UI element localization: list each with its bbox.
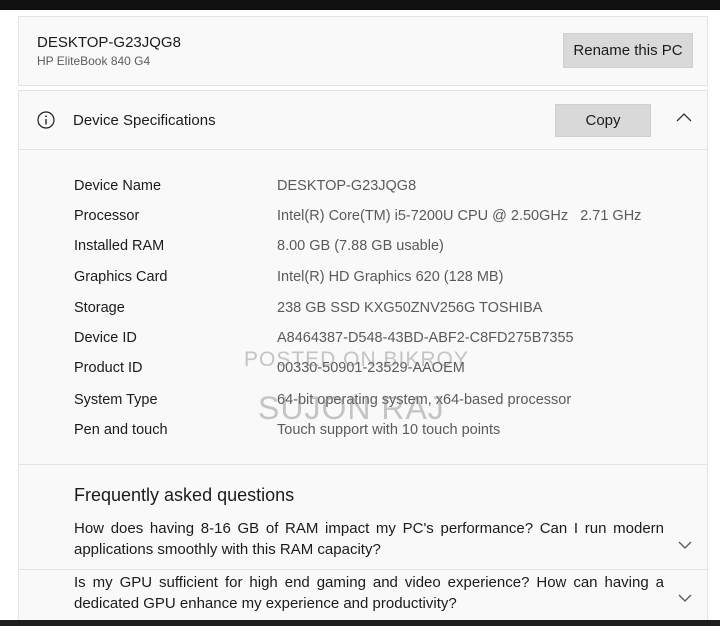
- faq-title: Frequently asked questions: [74, 485, 295, 505]
- device-model: HP EliteBook 840 G4: [37, 54, 151, 68]
- spec-row-storage: Storage 238 GB SSD KXG50ZNV256G TOSHIBA: [74, 300, 694, 320]
- top-edge-bar: [0, 0, 720, 10]
- spec-value: DESKTOP-G23JQG8: [277, 178, 417, 194]
- rename-pc-button[interactable]: Rename this PC: [563, 33, 693, 68]
- device-name-heading: DESKTOP-G23JQG8: [37, 34, 181, 51]
- device-specifications-header[interactable]: Device Specifications Copy: [18, 90, 708, 150]
- spec-label: Pen and touch: [74, 422, 168, 438]
- spec-value: 8.00 GB (7.88 GB usable): [277, 238, 444, 254]
- spec-row-device-name: Device Name DESKTOP-G23JQG8: [74, 178, 694, 198]
- info-icon: [37, 111, 55, 129]
- spec-label: Graphics Card: [74, 269, 168, 285]
- spec-value: A8464387-D548-43BD-ABF2-C8FD275B7355: [277, 330, 574, 346]
- chevron-down-icon[interactable]: [677, 539, 693, 551]
- spec-value: Intel(R) Core(TM) i5-7200U CPU @ 2.50GHz…: [277, 208, 642, 224]
- faq-question-1[interactable]: How does having 8-16 GB of RAM impact my…: [74, 518, 664, 560]
- pc-name-card: DESKTOP-G23JQG8 HP EliteBook 840 G4 Rena…: [18, 16, 708, 86]
- watermark-line-2: SUJON RAJ: [258, 390, 445, 426]
- faq-section: Frequently asked questions How does havi…: [18, 464, 709, 622]
- spec-label: Product ID: [74, 360, 143, 376]
- faq-question-2[interactable]: Is my GPU sufficient for high end gaming…: [74, 572, 664, 614]
- section-title: Device Specifications: [73, 112, 216, 129]
- spec-row-graphics-card: Graphics Card Intel(R) HD Graphics 620 (…: [74, 269, 694, 289]
- spec-value: 238 GB SSD KXG50ZNV256G TOSHIBA: [277, 300, 543, 316]
- spec-label: System Type: [74, 392, 158, 408]
- spec-row-device-id: Device ID A8464387-D548-43BD-ABF2-C8FD27…: [74, 330, 694, 350]
- bottom-edge-bar: [0, 620, 720, 626]
- spec-label: Processor: [74, 208, 140, 224]
- spec-label: Device ID: [74, 330, 137, 346]
- spec-label: Installed RAM: [74, 238, 165, 254]
- spec-row-processor: Processor Intel(R) Core(TM) i5-7200U CPU…: [74, 208, 694, 228]
- chevron-up-icon[interactable]: [675, 110, 693, 124]
- spec-label: Storage: [74, 300, 125, 316]
- spec-row-installed-ram: Installed RAM 8.00 GB (7.88 GB usable): [74, 238, 694, 258]
- spec-value: Intel(R) HD Graphics 620 (128 MB): [277, 269, 504, 285]
- spec-label: Device Name: [74, 178, 162, 194]
- chevron-down-icon[interactable]: [677, 592, 693, 604]
- copy-button[interactable]: Copy: [555, 104, 651, 137]
- watermark-line-1: POSTED ON BIKROY: [244, 348, 469, 371]
- faq-divider: [19, 569, 709, 570]
